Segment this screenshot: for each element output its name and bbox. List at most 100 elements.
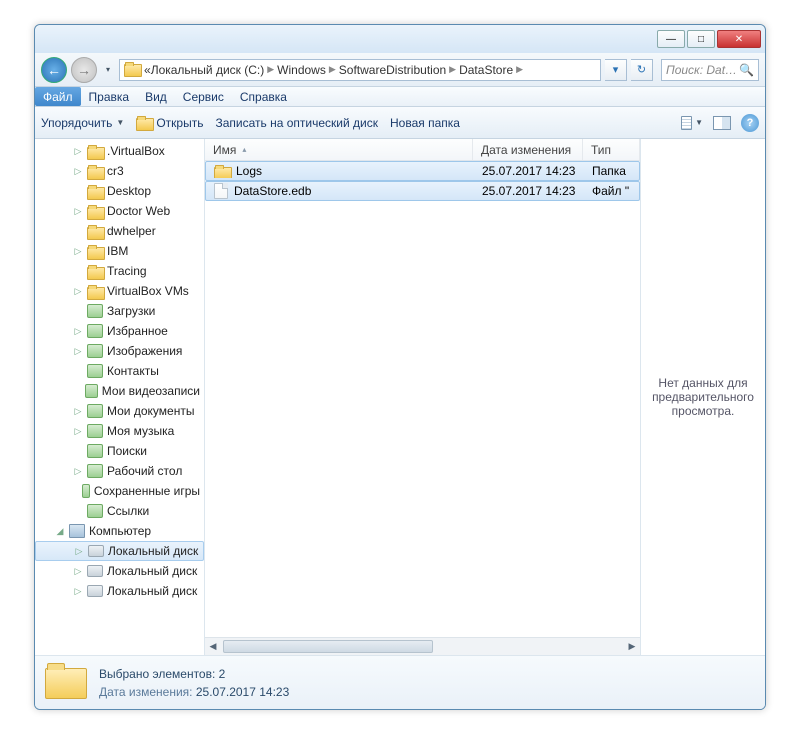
folder-icon: [87, 185, 103, 198]
tree-item[interactable]: dwhelper: [35, 221, 204, 241]
tree-item[interactable]: ▷cr3: [35, 161, 204, 181]
menu-help[interactable]: Справка: [232, 87, 295, 106]
expand-toggle-icon[interactable]: ▷: [73, 426, 83, 437]
tree-item-label: Мои видеозаписи: [102, 384, 200, 398]
address-dropdown[interactable]: ▾: [605, 59, 627, 81]
menu-edit[interactable]: Правка: [81, 87, 138, 106]
expand-toggle-icon[interactable]: ▷: [73, 466, 83, 477]
tree-item[interactable]: ▷Изображения: [35, 341, 204, 361]
breadcrumb-item[interactable]: Локальный диск (C:): [151, 63, 265, 77]
expand-toggle-icon[interactable]: ▷: [73, 406, 83, 417]
breadcrumb-item[interactable]: SoftwareDistribution: [339, 63, 446, 77]
file-date: 25.07.2017 14:23: [474, 184, 584, 198]
tree-item[interactable]: ▷Избранное: [35, 321, 204, 341]
tree-item[interactable]: ▷Мои документы: [35, 401, 204, 421]
scroll-thumb[interactable]: [223, 640, 433, 653]
tree-item[interactable]: ▷Doctor Web: [35, 201, 204, 221]
file-name: Logs: [236, 164, 262, 178]
organize-button[interactable]: Упорядочить▼: [41, 116, 124, 130]
tree-item[interactable]: ▷.VirtualBox: [35, 141, 204, 161]
breadcrumb-item[interactable]: Windows: [277, 63, 326, 77]
tree-item[interactable]: ▷ IBM: [35, 241, 204, 261]
folder-icon: [214, 165, 230, 178]
tree-item[interactable]: ▷Локальный диск: [35, 561, 204, 581]
tree-item-label: Контакты: [107, 364, 159, 378]
scroll-right-icon[interactable]: ▶: [624, 638, 640, 655]
details-text: Выбрано элементов: 2 Дата изменения: 25.…: [99, 665, 289, 701]
expand-toggle-icon[interactable]: ▷: [73, 566, 83, 577]
forward-button[interactable]: →: [71, 57, 97, 83]
search-input[interactable]: Поиск: Dat… 🔍: [661, 59, 759, 81]
selection-icon: [45, 663, 87, 703]
scroll-left-icon[interactable]: ◀: [205, 638, 221, 655]
expand-toggle-icon[interactable]: ▷: [73, 326, 83, 337]
history-dropdown[interactable]: ▾: [101, 58, 115, 82]
maximize-button[interactable]: □: [687, 30, 715, 48]
navigation-tree[interactable]: ▷.VirtualBox▷cr3 Desktop ▷Doctor Web dwhelp…: [35, 139, 205, 655]
tree-item[interactable]: ▷ Локальный диск: [35, 581, 204, 601]
tree-item[interactable]: Поиски: [35, 441, 204, 461]
column-name[interactable]: Имя▴: [205, 139, 473, 160]
tree-item[interactable]: Tracing: [35, 261, 204, 281]
refresh-button[interactable]: ↻: [631, 59, 653, 81]
spec-icon: [87, 404, 103, 418]
tree-item[interactable]: ▷ VirtualBox VMs: [35, 281, 204, 301]
tree-item[interactable]: Ссылки: [35, 501, 204, 521]
open-button[interactable]: Открыть: [136, 116, 203, 130]
help-button[interactable]: ?: [741, 114, 759, 132]
tree-item-label: VirtualBox VMs: [107, 284, 189, 298]
selection-count: Выбрано элементов: 2: [99, 665, 289, 683]
file-list-pane: Имя▴ Дата изменения Тип Logs25.07.2017 1…: [205, 139, 641, 655]
preview-pane: Нет данных для предварительного просмотр…: [641, 139, 765, 655]
file-icon: [214, 183, 228, 199]
tree-item[interactable]: Контакты: [35, 361, 204, 381]
close-button[interactable]: ✕: [717, 30, 761, 48]
tree-item[interactable]: Сохраненные игры: [35, 481, 204, 501]
menu-view[interactable]: Вид: [137, 87, 175, 106]
expand-toggle-icon[interactable]: ▷: [73, 146, 83, 157]
expand-toggle-icon[interactable]: ▷: [73, 206, 83, 217]
spec-icon: [87, 504, 103, 518]
minimize-button[interactable]: —: [657, 30, 685, 48]
tree-item-label: Локальный диск: [107, 584, 197, 598]
back-button[interactable]: ←: [41, 57, 67, 83]
tree-item-label: dwhelper: [107, 224, 156, 238]
folder-icon: [87, 265, 103, 278]
tree-item[interactable]: Загрузки: [35, 301, 204, 321]
new-folder-button[interactable]: Новая папка: [390, 116, 460, 130]
tree-item-label: Компьютер: [89, 524, 151, 538]
menu-file[interactable]: Файл: [35, 87, 81, 106]
expand-toggle-icon[interactable]: ▷: [73, 166, 83, 177]
expand-toggle-icon[interactable]: ▷: [74, 546, 84, 557]
navigation-bar: ← → ▾ « Локальный диск (C:)▶ Windows▶ So…: [35, 53, 765, 87]
tree-item[interactable]: ◢ Компьютер: [35, 521, 204, 541]
menu-tools[interactable]: Сервис: [175, 87, 232, 106]
spec-icon: [85, 384, 98, 398]
expand-toggle-icon[interactable]: ▷: [73, 246, 83, 257]
file-row[interactable]: DataStore.edb25.07.2017 14:23Файл ": [205, 181, 640, 201]
expand-toggle-icon[interactable]: ▷: [73, 586, 83, 597]
file-list[interactable]: Logs25.07.2017 14:23ПапкаDataStore.edb25…: [205, 161, 640, 637]
tree-item[interactable]: Desktop: [35, 181, 204, 201]
date-value: 25.07.2017 14:23: [196, 685, 289, 699]
column-type[interactable]: Тип: [583, 139, 640, 160]
expand-toggle-icon[interactable]: ▷: [73, 346, 83, 357]
file-row[interactable]: Logs25.07.2017 14:23Папка: [205, 161, 640, 181]
tree-item-label: Desktop: [107, 184, 151, 198]
tree-item[interactable]: Мои видеозаписи: [35, 381, 204, 401]
view-mode-button[interactable]: ▼: [681, 113, 703, 133]
tree-item-label: Моя музыка: [107, 424, 174, 438]
tree-item[interactable]: ▷ Моя музыка: [35, 421, 204, 441]
tree-item[interactable]: ▷Рабочий стол: [35, 461, 204, 481]
tree-item[interactable]: ▷Локальный диск: [35, 541, 204, 561]
horizontal-scrollbar[interactable]: ◀ ▶: [205, 637, 640, 655]
burn-button[interactable]: Записать на оптический диск: [215, 116, 378, 130]
breadcrumb-item[interactable]: DataStore: [459, 63, 513, 77]
column-date[interactable]: Дата изменения: [473, 139, 583, 160]
address-bar[interactable]: « Локальный диск (C:)▶ Windows▶ Software…: [119, 59, 601, 81]
expand-toggle-icon[interactable]: ◢: [55, 526, 65, 537]
preview-pane-button[interactable]: [711, 113, 733, 133]
expand-toggle-icon[interactable]: ▷: [73, 286, 83, 297]
tree-item-label: IBM: [107, 244, 128, 258]
titlebar[interactable]: — □ ✕: [35, 25, 765, 53]
